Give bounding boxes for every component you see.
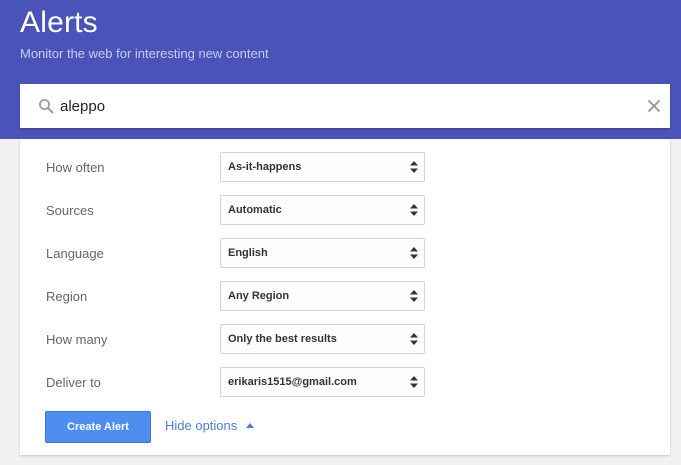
select-arrows-icon	[410, 247, 418, 259]
option-row-language: Language English	[20, 238, 670, 268]
hide-options-link[interactable]: Hide options	[165, 418, 255, 433]
deliver-to-select[interactable]: erikaris1515@gmail.com	[220, 367, 425, 397]
select-value: Any Region	[228, 290, 290, 302]
option-label: Deliver to	[46, 375, 101, 390]
option-label: Language	[46, 246, 104, 261]
select-value: erikaris1515@gmail.com	[228, 376, 357, 388]
search-input[interactable]	[60, 84, 620, 128]
caret-up-icon	[246, 422, 255, 428]
option-row-sources: Sources Automatic	[20, 195, 670, 225]
how-many-select[interactable]: Only the best results	[220, 324, 425, 354]
select-value: Only the best results	[228, 333, 337, 345]
select-value: Automatic	[228, 204, 282, 216]
select-value: English	[228, 247, 268, 259]
search-box	[20, 84, 670, 128]
option-row-how-often: How often As-it-happens	[20, 152, 670, 182]
option-row-how-many: How many Only the best results	[20, 324, 670, 354]
close-icon[interactable]	[646, 98, 662, 114]
select-arrows-icon	[410, 290, 418, 302]
options-panel: How often As-it-happens Sources Automati…	[20, 139, 670, 455]
hide-options-label: Hide options	[165, 418, 238, 433]
language-select[interactable]: English	[220, 238, 425, 268]
select-value: As-it-happens	[228, 161, 302, 173]
create-alert-button[interactable]: Create Alert	[45, 411, 151, 443]
page-title: Alerts	[20, 6, 98, 39]
how-often-select[interactable]: As-it-happens	[220, 152, 425, 182]
select-arrows-icon	[410, 376, 418, 388]
option-label: Region	[46, 289, 88, 304]
option-label: Sources	[46, 203, 94, 218]
option-row-deliver-to: Deliver to erikaris1515@gmail.com	[20, 367, 670, 397]
sources-select[interactable]: Automatic	[220, 195, 425, 225]
search-icon	[38, 98, 54, 114]
select-arrows-icon	[410, 161, 418, 173]
option-label: How often	[46, 160, 105, 175]
select-arrows-icon	[410, 204, 418, 216]
select-arrows-icon	[410, 333, 418, 345]
option-row-region: Region Any Region	[20, 281, 670, 311]
region-select[interactable]: Any Region	[220, 281, 425, 311]
option-label: How many	[46, 332, 108, 347]
page-subtitle: Monitor the web for interesting new cont…	[20, 46, 269, 61]
